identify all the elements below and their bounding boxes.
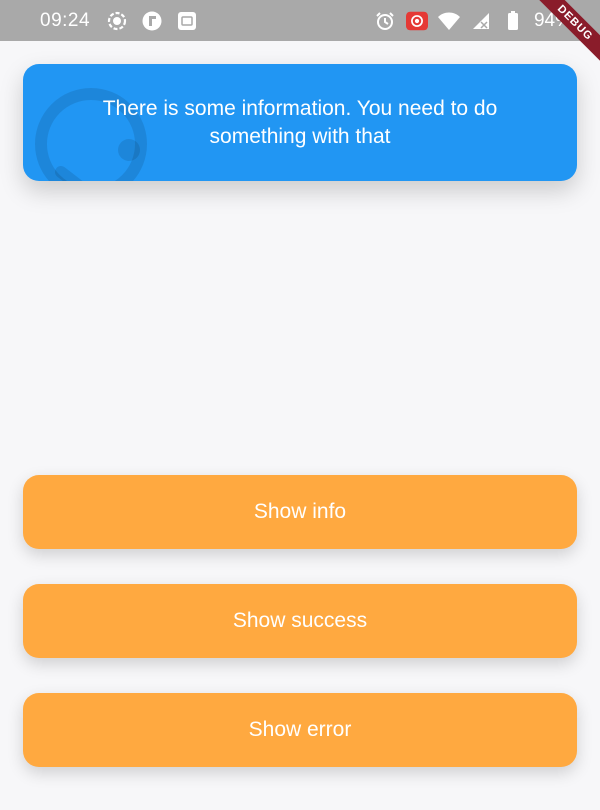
gallery-icon xyxy=(176,10,198,32)
battery-icon xyxy=(502,10,524,32)
toast-message: There is some information. You need to d… xyxy=(102,96,498,148)
alarm-icon xyxy=(374,10,396,32)
show-success-button[interactable]: Show success xyxy=(23,584,577,658)
signal-icon xyxy=(470,10,492,32)
show-info-button[interactable]: Show info xyxy=(23,475,577,549)
wifi-icon xyxy=(437,10,460,32)
app-f-icon xyxy=(141,10,163,32)
status-bar: 09:24 94% xyxy=(0,0,600,41)
status-icons-right: 94% xyxy=(374,10,572,32)
record-icon xyxy=(106,10,128,32)
status-time: 09:24 xyxy=(40,9,91,31)
info-toast[interactable]: There is some information. You need to d… xyxy=(23,64,577,181)
screen-record-icon xyxy=(405,10,428,32)
show-error-button[interactable]: Show error xyxy=(23,693,577,767)
status-icons-left xyxy=(106,10,198,32)
